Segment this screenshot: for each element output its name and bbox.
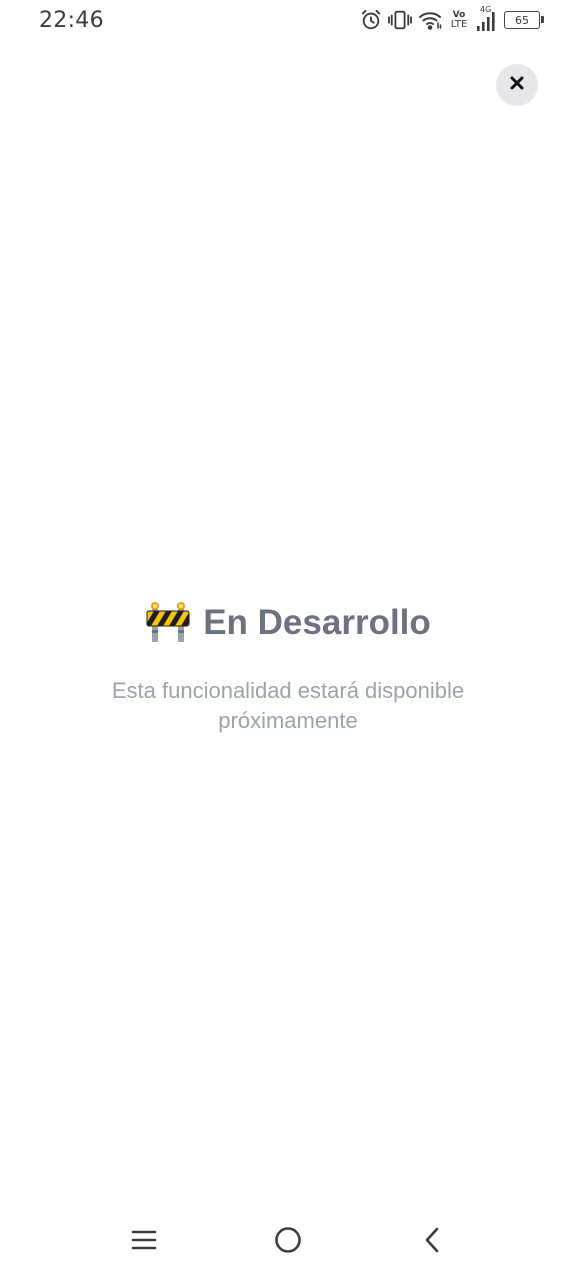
system-navigation-bar — [0, 1208, 576, 1280]
status-time: 22:46 — [39, 8, 104, 33]
home-button[interactable] — [268, 1222, 308, 1262]
description-text: Esta funcionalidad estará disponible pró… — [111, 678, 465, 733]
status-icons: Vo LTE 4G 65 — [360, 5, 544, 34]
volte-indicator: Vo LTE — [448, 10, 470, 30]
close-button[interactable] — [496, 64, 538, 106]
menu-icon — [131, 1229, 157, 1256]
title-row: En Desarrollo — [0, 600, 576, 646]
signal-icon: 4G — [476, 5, 498, 33]
home-icon — [274, 1226, 302, 1259]
back-icon — [423, 1226, 441, 1259]
recent-apps-button[interactable] — [124, 1222, 164, 1262]
wifi-icon — [418, 10, 442, 30]
battery-icon: 65 — [504, 11, 544, 29]
network-lte-label: LTE — [450, 19, 468, 30]
construction-barrier-icon — [145, 600, 191, 647]
close-icon — [510, 76, 524, 95]
back-button[interactable] — [412, 1222, 452, 1262]
alarm-icon — [360, 9, 382, 31]
under-development-message: En Desarrollo Esta funcionalidad estará … — [0, 600, 576, 736]
page-title: En Desarrollo — [203, 603, 431, 642]
battery-level: 65 — [515, 13, 529, 27]
vibrate-icon — [388, 9, 412, 31]
status-bar: 22:46 Vo LTE 4G 65 — [0, 0, 576, 40]
